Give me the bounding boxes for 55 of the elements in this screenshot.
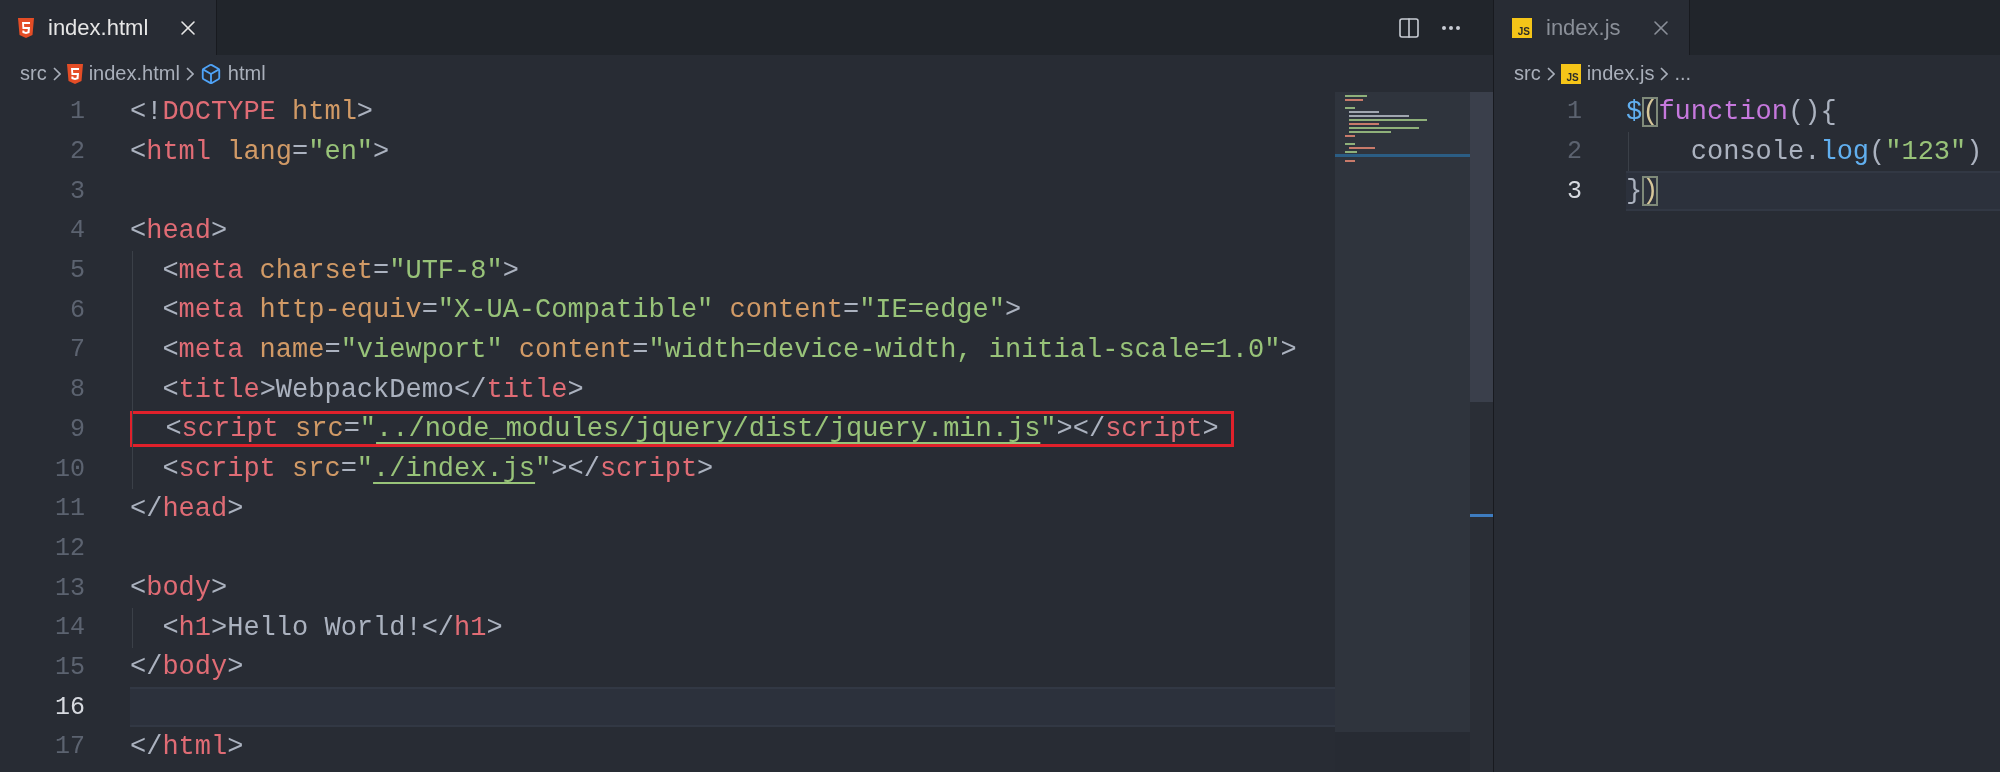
line-number: 3 [70, 176, 86, 206]
code-line: <body> [130, 573, 228, 604]
line-number: 5 [70, 256, 86, 286]
js-file-icon: JS [1512, 17, 1532, 38]
code-line: </head> [130, 493, 244, 524]
code-line: <meta name="viewport" content="width=device-width, initial-scale=1.0"> [161, 334, 1297, 365]
breadcrumb-item[interactable]: index.js [1586, 62, 1655, 85]
line-number: 7 [70, 335, 86, 365]
editor-tab[interactable]: index.html [0, 0, 218, 55]
line-number: 2 [1567, 137, 1583, 167]
chevron-right-icon [185, 66, 194, 81]
line-number: 14 [55, 613, 86, 643]
line-number: 4 [70, 216, 86, 246]
chevron-right-icon [1546, 66, 1555, 81]
code-line: <meta http-equiv="X-UA-Compatible" content="IE=edge"> [161, 295, 1022, 326]
line-number: 2 [70, 137, 86, 167]
html5-icon [18, 17, 34, 38]
line-number: 10 [55, 454, 86, 484]
code-line: <html lang="en"> [130, 136, 390, 167]
code-line: <meta charset="UTF-8"> [161, 255, 519, 286]
code-line: <script src="../node_modules/jquery/dist/jquery.min.js"></script> [164, 414, 1219, 445]
line-number: 1 [1567, 97, 1583, 127]
html5-icon [66, 63, 83, 84]
line-number: 13 [55, 573, 86, 603]
code-line: </html> [130, 731, 244, 762]
breadcrumb-item[interactable]: ... [1674, 62, 1692, 85]
line-number: 15 [55, 652, 86, 682]
code-line: </body> [130, 652, 244, 683]
chevron-right-icon [1660, 66, 1669, 81]
line-number: 16 [55, 692, 86, 722]
line-number: 1 [70, 97, 86, 127]
line-number: 11 [55, 494, 86, 524]
editor-tab[interactable]: JS index.js [1494, 0, 1690, 55]
code-line: <script src="./index.js"></script> [161, 454, 714, 485]
breadcrumb-item[interactable]: html [227, 62, 266, 85]
chevron-right-icon [52, 66, 61, 81]
code-line: <h1>Hello World!</h1> [161, 612, 503, 643]
line-number: 8 [70, 375, 86, 405]
line-number: 17 [55, 732, 86, 762]
line-number: 9 [70, 414, 86, 444]
line-number: 3 [1567, 176, 1583, 206]
code-line: console.log("123") [1689, 136, 1983, 167]
code-line: <!DOCTYPE html> [130, 96, 374, 127]
line-number: 6 [70, 295, 86, 325]
breadcrumb-item[interactable]: index.html [88, 62, 180, 85]
code-line: $(function(){ [1626, 96, 1837, 127]
split-editor-icon[interactable] [1397, 15, 1421, 40]
breadcrumb-item[interactable]: src [1514, 62, 1541, 85]
line-number: 12 [55, 533, 86, 563]
code-line: <title>WebpackDemo</title> [161, 374, 584, 405]
js-file-icon: JS [1560, 63, 1581, 84]
code-line: <head> [130, 215, 228, 246]
breadcrumb-item[interactable]: src [20, 62, 47, 85]
code-line: }) [1626, 176, 1659, 207]
cube-icon [199, 62, 222, 85]
